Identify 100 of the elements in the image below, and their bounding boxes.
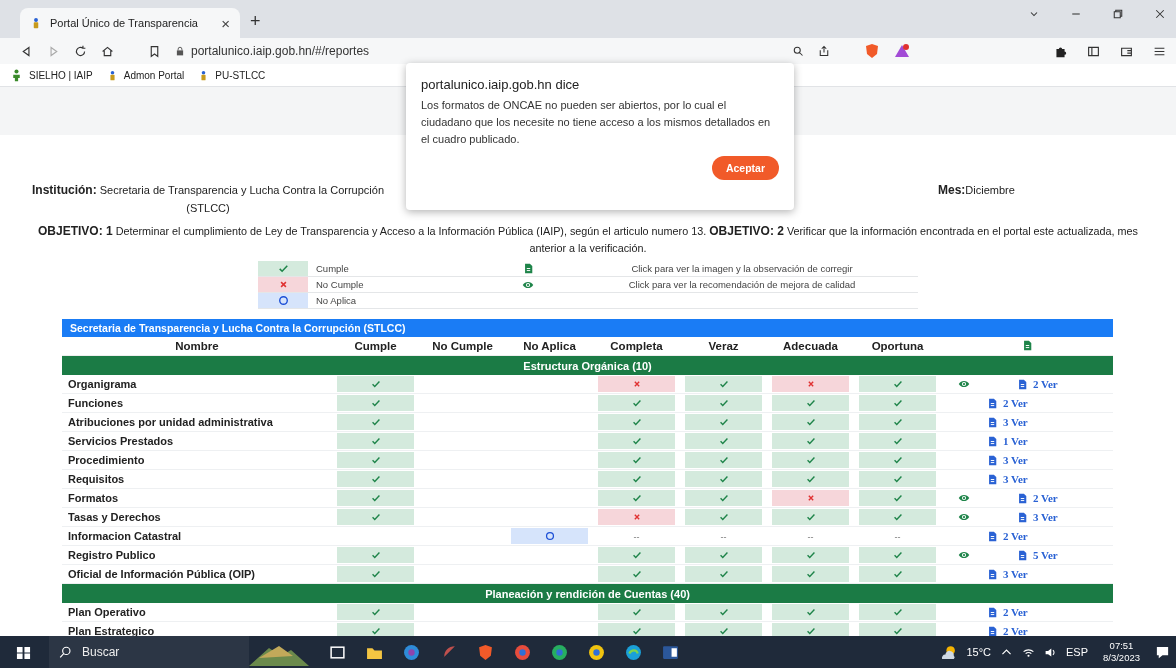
table-cell: -- [720, 532, 727, 542]
document-link[interactable]: 2 Ver [1017, 378, 1058, 390]
document-link[interactable]: 2 Ver [987, 625, 1028, 636]
round-app-icon[interactable] [551, 643, 568, 661]
check-icon [370, 512, 381, 522]
clock-time: 07:51 [1109, 640, 1134, 652]
search-field[interactable]: Buscar [49, 636, 249, 668]
dialog-message: Los formatos de ONCAE no pueden ser abiertos, por lo cual el ciudadano que los necesite no tiene acceso a los mismos detallados en el cuadro publicado. [421, 98, 771, 147]
document-link[interactable]: 3 Ver [987, 454, 1028, 466]
check-icon [631, 398, 642, 408]
home-icon[interactable] [101, 44, 114, 58]
check-icon [370, 626, 381, 636]
document-link[interactable]: 3 Ver [987, 473, 1028, 485]
triangle-icon[interactable] [894, 43, 910, 59]
document-link[interactable]: 3 Ver [987, 568, 1028, 580]
bookmark-link[interactable]: PU-STLCC [198, 69, 266, 81]
notification-icon[interactable] [1155, 644, 1170, 660]
language-indicator[interactable]: ESP [1066, 646, 1088, 658]
bookmark-link[interactable]: SIELHO | IAIP [10, 68, 93, 82]
check-icon [718, 569, 729, 579]
check-icon [892, 569, 903, 579]
table-title: Secretaria de Transparencia y Lucha Contra la Corrupción (STLCC) [62, 319, 1114, 337]
eye-icon[interactable] [958, 549, 970, 561]
round-app-icon[interactable] [588, 643, 605, 661]
check-icon [718, 512, 729, 522]
check-icon [718, 379, 729, 389]
check-icon [892, 474, 903, 484]
reload-icon[interactable] [74, 44, 87, 58]
file-icon [987, 454, 998, 466]
close-icon[interactable] [1154, 8, 1166, 20]
document-link[interactable]: 2 Ver [987, 397, 1028, 409]
document-app-icon[interactable] [662, 643, 679, 661]
shield-icon[interactable] [477, 643, 494, 661]
zoom-icon[interactable] [792, 45, 804, 57]
check-icon [631, 550, 642, 560]
document-link[interactable]: 5 Ver [1017, 549, 1058, 561]
search-icon [59, 645, 72, 659]
check-icon [892, 493, 903, 503]
check-icon [631, 607, 642, 617]
file-icon [987, 568, 998, 580]
column-header: No Aplica [506, 337, 593, 356]
sidebar-icon[interactable] [1087, 44, 1100, 58]
task-view-icon[interactable] [329, 643, 346, 661]
column-header: Cumple [332, 337, 419, 356]
check-icon [718, 607, 729, 617]
document-link[interactable]: 1 Ver [987, 435, 1028, 447]
check-icon [718, 493, 729, 503]
file-icon [987, 473, 998, 485]
table-cell: -- [633, 532, 640, 542]
file-icon [987, 606, 998, 618]
bookmark-label: Admon Portal [123, 69, 185, 81]
file-icon [1017, 492, 1028, 504]
column-header: Veraz [680, 337, 767, 356]
windows-logo-icon[interactable] [16, 644, 31, 660]
row-name: Oficial de Información Pública (OIP) [62, 564, 332, 584]
eye-icon[interactable] [958, 378, 970, 390]
back-icon[interactable] [20, 44, 33, 58]
clock-date: 8/3/2023 [1103, 652, 1140, 664]
check-icon [718, 455, 729, 465]
check-icon [370, 607, 381, 617]
row-name: Procedimiento [62, 450, 332, 470]
wave-icon[interactable] [625, 643, 642, 661]
bookmark-icon[interactable] [148, 44, 161, 58]
file-icon [987, 435, 998, 447]
dialog-title: portalunico.iaip.gob.hn dice [421, 77, 581, 92]
round-app-icon[interactable] [514, 643, 531, 661]
check-icon [370, 417, 381, 427]
document-link[interactable]: 3 Ver [987, 416, 1028, 428]
new-tab-button[interactable]: + [250, 11, 261, 32]
document-link[interactable]: 3 Ver [1017, 511, 1058, 523]
close-tab-button[interactable]: × [221, 14, 230, 32]
browser-tab[interactable]: Portal Único de Transparencia × [20, 8, 240, 38]
document-link[interactable]: 2 Ver [987, 530, 1028, 542]
check-icon [805, 455, 816, 465]
restore-icon[interactable] [1112, 8, 1124, 20]
row-name: Servicios Prestados [62, 431, 332, 451]
check-icon [805, 550, 816, 560]
puzzle-icon[interactable] [1054, 44, 1067, 58]
check-icon [631, 626, 642, 636]
cloud-sun-icon [940, 643, 958, 661]
share-icon[interactable] [818, 45, 830, 57]
shield-icon[interactable] [864, 43, 880, 59]
bookmark-label: PU-STLCC [215, 69, 266, 81]
row-name: Organigrama [62, 375, 332, 394]
file-icon [987, 530, 998, 542]
check-icon [805, 417, 816, 427]
document-link[interactable]: 2 Ver [1017, 492, 1058, 504]
file-icon [987, 416, 998, 428]
check-icon [631, 474, 642, 484]
bookmark-link[interactable]: Admon Portal [106, 69, 185, 81]
swirl-icon[interactable] [403, 643, 420, 661]
eye-icon[interactable] [958, 492, 970, 504]
file-icon [987, 625, 998, 636]
file-icon [1017, 549, 1028, 561]
accept-button[interactable]: Aceptar [711, 156, 779, 180]
row-name: Atribuciones por unidad administrativa [62, 412, 332, 432]
legend-description: Click para ver la recomendación de mejora de calidad [628, 279, 856, 290]
check-icon [370, 436, 381, 446]
document-link[interactable]: 2 Ver [987, 606, 1028, 618]
eye-icon[interactable] [958, 511, 970, 523]
